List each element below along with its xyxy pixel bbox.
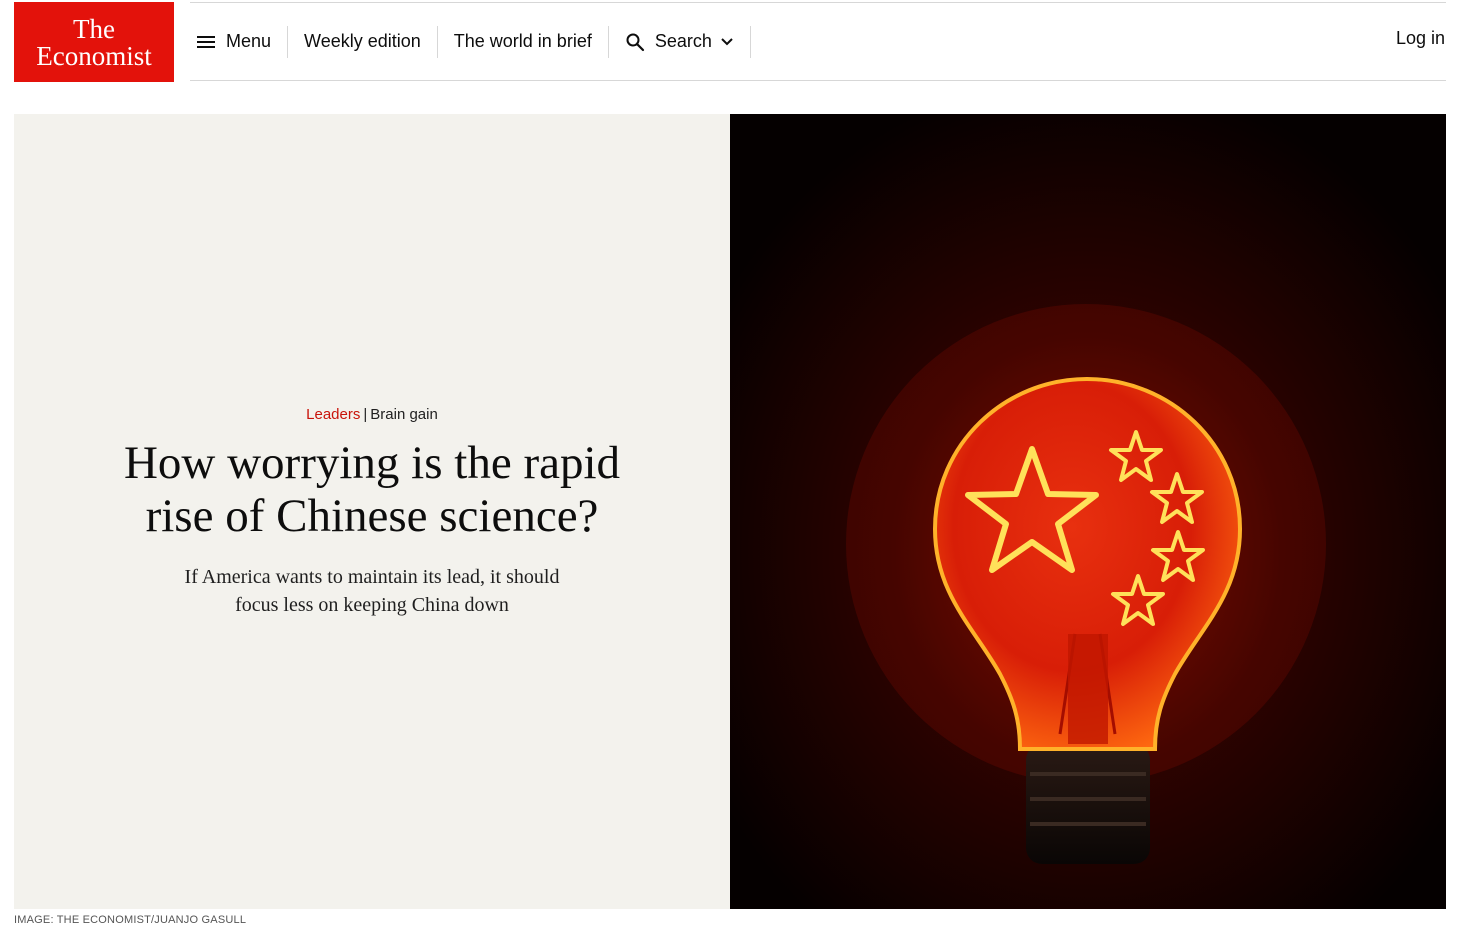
search-label: Search <box>654 31 712 51</box>
login-link[interactable]: Log in <box>1396 28 1445 49</box>
hamburger-icon <box>196 34 216 50</box>
menu-button[interactable]: Menu <box>190 26 287 58</box>
image-credit-caption: IMAGE: THE ECONOMIST/JUANJO GASULL <box>14 914 247 926</box>
nav-divider <box>749 25 751 58</box>
main-navigation: Menu Weekly edition The world in brief S… <box>190 3 1446 81</box>
rubric-separator: | <box>363 406 368 423</box>
flytitle: Brain gain <box>370 406 438 423</box>
article-hero-text-panel: Leaders | Brain gain How worrying is the r… <box>14 114 730 909</box>
article-standfirst: If America wants to maintain its lead, i… <box>184 566 560 616</box>
world-in-brief-link[interactable]: The world in brief <box>438 26 608 58</box>
magnifier-icon <box>625 32 645 52</box>
article-headline: How worrying is the rapid rise of Chines… <box>123 437 621 542</box>
chevron-down-icon <box>720 37 734 47</box>
logo-line-1: The <box>73 14 115 44</box>
logo-line-2: Economist <box>36 41 152 71</box>
hero-image <box>730 114 1446 909</box>
weekly-edition-link[interactable]: Weekly edition <box>288 26 437 58</box>
economist-logo[interactable]: The Economist <box>14 2 174 82</box>
search-button[interactable]: Search <box>609 26 750 58</box>
menu-label: Menu <box>226 31 272 51</box>
section-link[interactable]: Leaders <box>306 406 360 423</box>
lightbulb-illustration <box>730 114 1446 909</box>
article-rubric: Leaders | Brain gain <box>14 406 730 423</box>
